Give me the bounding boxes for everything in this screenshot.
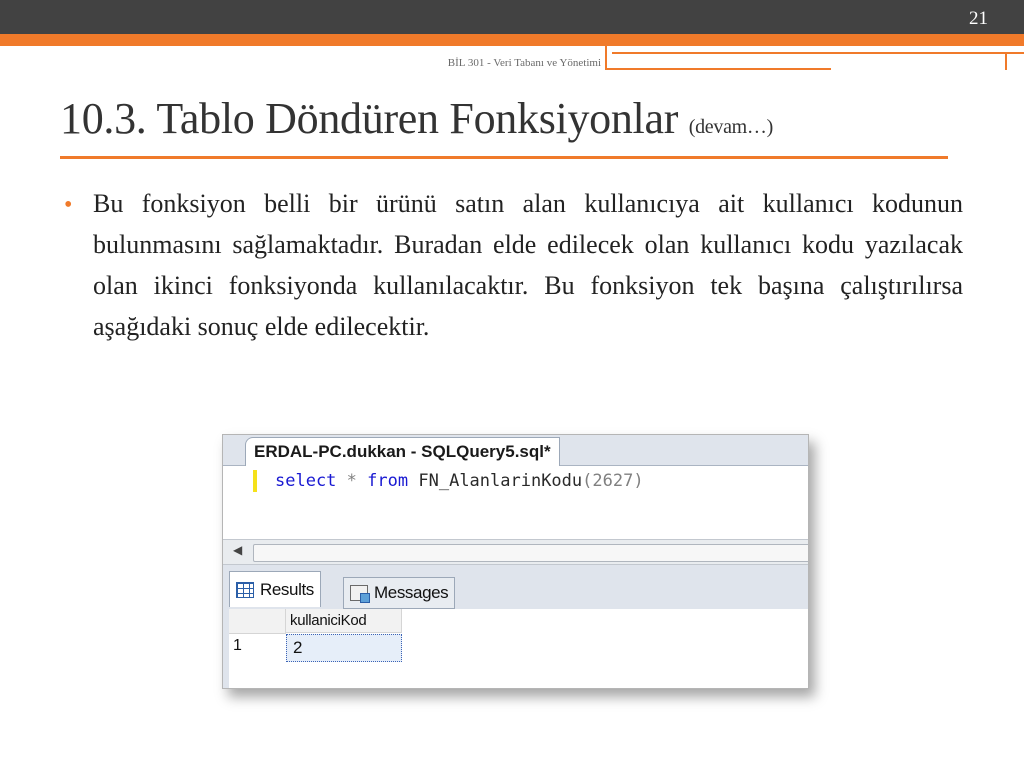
document-tab[interactable]: ERDAL-PC.dukkan - SQLQuery5.sql*	[245, 437, 560, 466]
row-number[interactable]: 1	[233, 637, 242, 655]
grid-cell[interactable]: 2	[286, 634, 402, 662]
results-pane: Results Messages kullaniciKod 1 2	[223, 565, 808, 688]
tab-results[interactable]: Results	[229, 571, 321, 607]
results-grid: kullaniciKod 1 2	[229, 609, 808, 688]
function-name: FN_AlanlarinKodu	[418, 471, 583, 491]
keyword-from: from	[367, 471, 409, 491]
course-name: BİL 301 - Veri Tabanı ve Yönetimi	[447, 57, 601, 69]
bullet-icon: •	[64, 192, 73, 218]
tab-messages-label: Messages	[374, 583, 449, 602]
slide-number: 21	[969, 8, 988, 29]
query-screenshot: ERDAL-PC.dukkan - SQLQuery5.sql* select …	[222, 434, 809, 689]
decor-line	[640, 56, 950, 58]
messages-icon	[350, 585, 370, 603]
query-code[interactable]: select * from FN_AlanlarinKodu(2627)	[275, 470, 644, 492]
scroll-left-icon[interactable]: ◀	[233, 543, 242, 557]
title-underline	[60, 156, 948, 159]
keyword-select: select	[275, 471, 337, 491]
title-sub: (devam…)	[688, 116, 774, 138]
tab-messages[interactable]: Messages	[343, 577, 456, 609]
title-main: 10.3. Tablo Döndüren Fonksiyonlar	[60, 94, 679, 143]
page-title: 10.3. Tablo Döndüren Fonksiyonlar (devam…	[60, 93, 773, 144]
star-token: *	[346, 471, 357, 491]
document-tab-strip: ERDAL-PC.dukkan - SQLQuery5.sql*	[223, 435, 808, 466]
header-band	[0, 0, 1024, 34]
change-marker	[253, 470, 257, 492]
bullet-text: Bu fonksiyon belli bir ürünü satın alan …	[93, 189, 963, 341]
tab-results-label: Results	[260, 579, 314, 599]
grid-corner[interactable]	[229, 609, 286, 634]
decor-line	[1005, 52, 1007, 70]
decor-line	[605, 46, 607, 70]
decor-line	[606, 68, 831, 70]
scrollbar-thumb[interactable]	[253, 544, 808, 562]
query-editor[interactable]: select * from FN_AlanlarinKodu(2627)	[223, 466, 808, 536]
grid-icon	[236, 581, 254, 598]
header-accent-band	[0, 34, 1024, 46]
function-args: (2627)	[582, 471, 644, 491]
decor-line	[612, 52, 1024, 54]
horizontal-scrollbar[interactable]: ◀	[223, 539, 808, 565]
column-header[interactable]: kullaniciKod	[286, 609, 402, 633]
